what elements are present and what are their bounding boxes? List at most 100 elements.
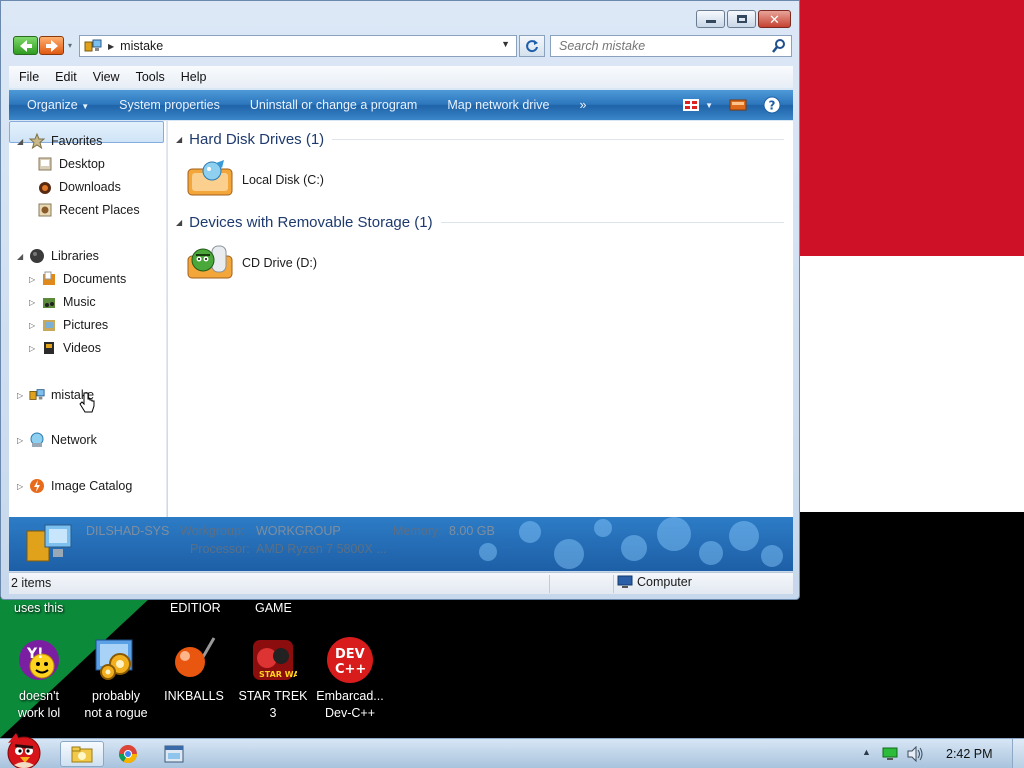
search-box[interactable] bbox=[550, 35, 792, 57]
desktop-icon-probably-not-a-rogue[interactable]: probably not a rogue bbox=[71, 636, 161, 722]
address-dropdown-icon[interactable]: ▼ bbox=[501, 39, 510, 49]
drive-local-disk-c[interactable]: Local Disk (C:) bbox=[186, 159, 324, 201]
collapsed-triangle-icon[interactable]: ▷ bbox=[29, 275, 39, 284]
network-status-icon[interactable] bbox=[882, 747, 898, 761]
tree-item-network[interactable]: ▷ Network bbox=[17, 430, 97, 450]
chevron-down-icon: ▾ bbox=[67, 41, 72, 50]
back-arrow-icon bbox=[19, 39, 32, 52]
chrome-icon bbox=[119, 745, 137, 764]
uninstall-program-button[interactable]: Uninstall or change a program bbox=[235, 98, 432, 112]
tree-item-recent-places[interactable]: Recent Places bbox=[37, 200, 140, 220]
tree-item-favorites[interactable]: ◢ Favorites bbox=[17, 131, 102, 151]
decorative-bubble bbox=[479, 543, 497, 561]
system-properties-button[interactable]: System properties bbox=[104, 98, 235, 112]
drive-label: CD Drive (D:) bbox=[242, 256, 317, 270]
volume-icon[interactable] bbox=[906, 746, 924, 762]
mouse-cursor-hand-icon bbox=[79, 392, 95, 417]
image-catalog-icon bbox=[29, 478, 45, 494]
caption-buttons: ✕ bbox=[696, 10, 791, 28]
show-hidden-icons-chevron-up-icon[interactable]: ▲ bbox=[862, 747, 871, 757]
taskbar: ▲ 2:42 PM bbox=[0, 733, 1024, 768]
expanded-triangle-icon[interactable]: ◢ bbox=[17, 252, 27, 261]
desktop-label-editor: EDITIOR bbox=[170, 601, 221, 615]
tree-label: Image Catalog bbox=[51, 479, 133, 493]
pictures-icon bbox=[41, 317, 57, 333]
taskbar-chrome-button[interactable] bbox=[106, 741, 150, 767]
desktop-icon-label-line1: INKBALLS bbox=[164, 689, 224, 703]
yahoo-messenger-icon: Y! bbox=[15, 636, 63, 684]
maximize-button[interactable] bbox=[727, 10, 756, 28]
forward-button[interactable] bbox=[39, 36, 64, 55]
collapsed-triangle-icon[interactable]: ▷ bbox=[17, 391, 27, 400]
collapsed-triangle-icon[interactable]: ▷ bbox=[29, 298, 39, 307]
svg-text:?: ? bbox=[769, 99, 776, 113]
taskbar-app-button[interactable] bbox=[152, 741, 196, 767]
drive-cd-drive-d[interactable]: CD Drive (D:) bbox=[186, 242, 317, 284]
back-button[interactable] bbox=[13, 36, 38, 55]
menu-bar: File Edit View Tools Help bbox=[9, 66, 793, 88]
workgroup-label: Workgroup: bbox=[180, 524, 245, 538]
menu-edit[interactable]: Edit bbox=[47, 70, 85, 84]
change-view-button[interactable]: ▼ bbox=[683, 99, 713, 111]
group-header-removable-storage[interactable]: ◢ Devices with Removable Storage (1) bbox=[176, 214, 784, 231]
start-button[interactable] bbox=[0, 729, 50, 768]
svg-text:C++: C++ bbox=[335, 662, 366, 677]
group-header-hard-disk-drives[interactable]: ◢ Hard Disk Drives (1) bbox=[176, 131, 784, 148]
search-icon[interactable] bbox=[772, 39, 786, 53]
tree-item-desktop[interactable]: Desktop bbox=[37, 154, 105, 174]
computer-icon bbox=[29, 387, 45, 403]
collapsed-triangle-icon[interactable]: ▷ bbox=[17, 482, 27, 491]
window-app-icon bbox=[164, 745, 184, 763]
collapsed-triangle-icon[interactable]: ▷ bbox=[29, 344, 39, 353]
refresh-button[interactable] bbox=[519, 35, 545, 57]
collapse-group-icon[interactable]: ◢ bbox=[176, 135, 182, 144]
recent-pages-dropdown[interactable]: ▾ bbox=[64, 36, 76, 55]
tree-item-pictures[interactable]: ▷ Pictures bbox=[29, 315, 108, 335]
inkball-icon bbox=[170, 636, 218, 684]
expanded-triangle-icon[interactable]: ◢ bbox=[17, 137, 27, 146]
tree-item-libraries[interactable]: ◢ Libraries bbox=[17, 246, 99, 266]
desktop-icon-inkballs[interactable]: INKBALLS bbox=[149, 636, 239, 705]
preview-pane-icon[interactable] bbox=[729, 98, 747, 112]
tree-item-videos[interactable]: ▷ Videos bbox=[29, 338, 101, 358]
breadcrumb-separator-icon: ▶ bbox=[108, 41, 115, 51]
breadcrumb-current[interactable]: mistake bbox=[120, 39, 163, 53]
decorative-bubble bbox=[729, 521, 759, 551]
address-bar[interactable]: ▶ mistake ▼ bbox=[79, 35, 517, 57]
taskbar-explorer-button[interactable] bbox=[60, 741, 104, 767]
more-commands-button[interactable]: » bbox=[564, 98, 601, 112]
collapsed-triangle-icon[interactable]: ▷ bbox=[29, 321, 39, 330]
map-network-drive-button[interactable]: Map network drive bbox=[432, 98, 564, 112]
chevron-down-icon: ▼ bbox=[81, 102, 90, 111]
search-input[interactable] bbox=[559, 39, 759, 53]
computer-large-icon bbox=[25, 523, 73, 568]
menu-view[interactable]: View bbox=[85, 70, 128, 84]
menu-tools[interactable]: Tools bbox=[128, 70, 173, 84]
tree-label: Network bbox=[51, 433, 97, 447]
minimize-button[interactable] bbox=[696, 10, 725, 28]
navigation-pane: ◢ Favorites Desktop Downloads Recent Pla… bbox=[9, 121, 167, 517]
desktop-folder-icon bbox=[37, 156, 53, 172]
collapsed-triangle-icon[interactable]: ▷ bbox=[17, 436, 27, 445]
tree-label: Pictures bbox=[63, 318, 109, 332]
organize-button[interactable]: Organize ▼ bbox=[9, 98, 104, 112]
close-button[interactable]: ✕ bbox=[758, 10, 791, 28]
decorative-bubble bbox=[621, 535, 647, 561]
settings-gears-icon bbox=[92, 636, 140, 684]
taskbar-clock[interactable]: 2:42 PM bbox=[946, 747, 993, 761]
computer-name: DILSHAD-SYS bbox=[86, 524, 170, 538]
tree-item-documents[interactable]: ▷ Documents bbox=[29, 269, 126, 289]
show-desktop-button[interactable] bbox=[1012, 739, 1024, 768]
decorative-bubble bbox=[519, 521, 541, 543]
menu-help[interactable]: Help bbox=[173, 70, 215, 84]
collapse-group-icon[interactable]: ◢ bbox=[176, 218, 182, 227]
tree-item-music[interactable]: ▷ Music bbox=[29, 292, 96, 312]
processor-value: AMD Ryzen 7 5800X ... bbox=[256, 542, 387, 556]
help-icon[interactable]: ? bbox=[763, 96, 781, 114]
menu-file[interactable]: File bbox=[11, 70, 47, 84]
desktop-icon-dev-cpp[interactable]: DEV C++ Embarcad... Dev-C++ bbox=[305, 636, 395, 722]
tree-item-image-catalog[interactable]: ▷ Image Catalog bbox=[17, 476, 132, 496]
documents-icon bbox=[41, 271, 57, 287]
tree-item-downloads[interactable]: Downloads bbox=[37, 177, 121, 197]
minimize-icon bbox=[705, 20, 716, 23]
